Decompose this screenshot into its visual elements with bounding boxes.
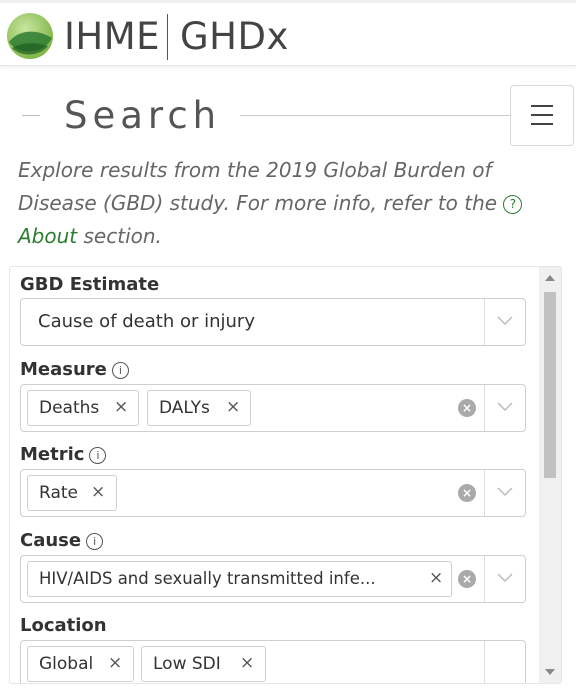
remove-chip-icon[interactable]: × [426, 568, 444, 588]
panel-scrollbar[interactable] [539, 267, 561, 683]
help-circle-icon: ? [503, 195, 523, 214]
cause-label: Cause i [20, 530, 104, 551]
chevron-down-icon[interactable] [497, 312, 513, 328]
info-icon[interactable]: i [89, 447, 107, 464]
description-tail: section. [83, 224, 162, 248]
remove-chip-icon[interactable]: × [91, 482, 105, 502]
title-rule [240, 115, 510, 116]
remove-chip-icon[interactable]: × [226, 397, 240, 417]
search-filter-panel: GBD Estimate Cause of death or injury Me… [9, 266, 562, 684]
gbd-estimate-label: GBD Estimate [20, 274, 160, 295]
remove-chip-icon[interactable]: × [108, 653, 122, 673]
chevron-down-icon[interactable] [497, 398, 513, 414]
metric-label: Metric i [20, 444, 107, 465]
location-chip-low-sdi: Low SDI × [141, 646, 266, 682]
chevron-down-icon[interactable] [497, 569, 513, 585]
info-icon[interactable]: i [111, 362, 129, 379]
location-label: Location [20, 615, 107, 636]
clear-all-icon[interactable]: × [458, 399, 476, 417]
clear-all-icon[interactable]: × [458, 484, 476, 502]
scrollbar-thumb[interactable] [544, 292, 556, 478]
title-dash [22, 115, 40, 116]
gbd-estimate-value: Cause of death or injury [38, 311, 255, 332]
location-chip-global: Global × [27, 646, 134, 682]
gbd-estimate-select[interactable]: Cause of death or injury [20, 298, 526, 346]
page-description: Explore results from the 2019 Global Bur… [18, 154, 563, 253]
hamburger-icon [531, 105, 553, 107]
metric-chip-rate: Rate × [27, 475, 117, 511]
description-text: Explore results from the 2019 Global Bur… [18, 158, 498, 215]
remove-chip-icon[interactable]: × [114, 397, 128, 417]
logo-ghdx[interactable]: GHDx [180, 15, 289, 59]
measure-multiselect[interactable]: Deaths × DALYs × × [20, 384, 526, 432]
hamburger-menu-button[interactable] [510, 85, 574, 146]
page-title: Search [64, 94, 222, 137]
scroll-down-arrow-icon[interactable] [545, 669, 555, 675]
measure-chip-dalys: DALYs × [147, 390, 251, 426]
site-header: IHME GHDx [0, 3, 576, 66]
cause-multiselect[interactable]: HIV/AIDS and sexually transmitted infe..… [20, 555, 526, 603]
logo-ihme[interactable]: IHME [64, 15, 160, 59]
measure-label: Measure i [20, 359, 129, 380]
chevron-down-icon[interactable] [497, 483, 513, 499]
about-link-label: About [18, 224, 78, 248]
scroll-up-arrow-icon[interactable] [545, 275, 555, 281]
ihme-logo-icon[interactable] [6, 12, 54, 60]
cause-chip: HIV/AIDS and sexually transmitted infe..… [27, 561, 452, 597]
location-multiselect[interactable]: Global × Low SDI × [20, 640, 526, 683]
logo-divider [167, 14, 168, 60]
measure-chip-deaths: Deaths × [27, 390, 139, 426]
info-icon[interactable]: i [86, 533, 104, 550]
clear-all-icon[interactable]: × [458, 570, 476, 588]
metric-multiselect[interactable]: Rate × × [20, 469, 526, 517]
remove-chip-icon[interactable]: × [240, 653, 254, 673]
